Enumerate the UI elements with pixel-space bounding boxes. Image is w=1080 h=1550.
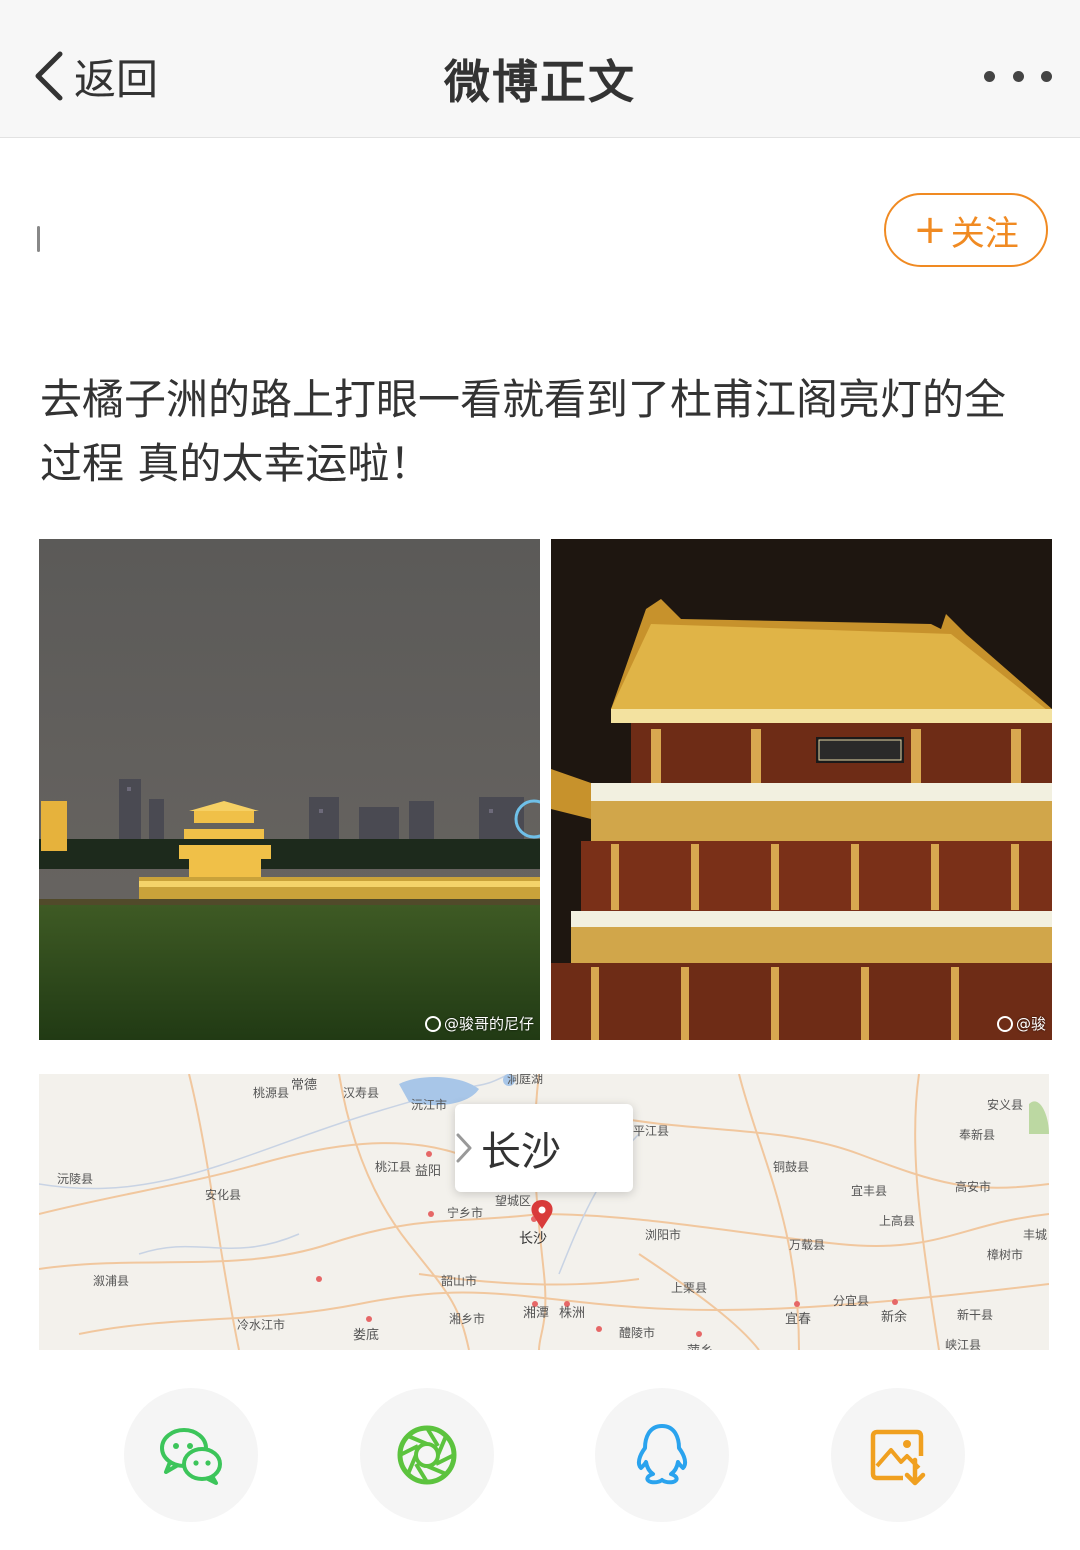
map-label: 新干县 xyxy=(957,1308,994,1322)
watermark-text: @骏哥的尼仔 xyxy=(443,1015,534,1033)
location-map[interactable]: 常德 汉寿县 桃源县 洞庭湖 沅江市 安义县 奉新县 平江县 沅陵县 安化县 桃… xyxy=(39,1074,1049,1350)
map-label: 安化县 xyxy=(205,1188,242,1202)
map-label: 桃江县 xyxy=(375,1160,412,1174)
map-label: 桃源县 xyxy=(253,1086,290,1100)
map-label: 高安市 xyxy=(955,1180,992,1194)
night-skyline-image xyxy=(39,539,540,1040)
map-label: 冷水江市 xyxy=(237,1318,286,1332)
map-label: 常德 xyxy=(291,1078,318,1093)
map-label: 浏阳市 xyxy=(645,1228,682,1242)
share-bar xyxy=(0,1388,1080,1522)
moments-icon xyxy=(397,1425,457,1485)
map-label: 沅陵县 xyxy=(57,1172,94,1186)
follow-button[interactable]: + 关注 xyxy=(884,193,1048,267)
map-label: 望城区 xyxy=(495,1194,532,1208)
map-label: 新余 xyxy=(881,1310,908,1325)
map-label: 溆浦县 xyxy=(93,1274,130,1288)
map-label: 娄底 xyxy=(353,1328,380,1343)
dot-icon xyxy=(1041,70,1052,82)
save-image-icon xyxy=(870,1429,926,1486)
map-label: 萍乡 xyxy=(687,1340,713,1350)
map-label: 峡江县 xyxy=(945,1338,982,1350)
dot-icon xyxy=(984,70,995,82)
qq-icon xyxy=(636,1424,688,1485)
more-options-button[interactable] xyxy=(984,58,1052,94)
share-wechat-button[interactable] xyxy=(124,1388,258,1522)
map-label: 沅江市 xyxy=(411,1098,448,1112)
follow-label: 关注 xyxy=(950,213,1019,254)
map-label: 宁乡市 xyxy=(447,1206,484,1220)
location-city: 长沙 xyxy=(481,1129,561,1175)
lit-pavilion-image xyxy=(551,539,1052,1040)
map-label: 万载县 xyxy=(789,1238,826,1252)
map-label: 安义县 xyxy=(987,1098,1024,1112)
map-label: 湘潭 xyxy=(523,1306,550,1321)
map-label: 宜春 xyxy=(785,1312,812,1327)
map-label: 益阳 xyxy=(415,1164,442,1179)
map-label: 上栗县 xyxy=(671,1281,708,1295)
image-watermark: @骏哥的尼仔 xyxy=(424,1013,534,1034)
map-label: 铜鼓县 xyxy=(773,1160,810,1174)
chevron-right-icon xyxy=(456,1133,472,1163)
map-label: 平江县 xyxy=(633,1124,670,1138)
top-navigation-bar: 返回 微博正文 xyxy=(0,0,1080,138)
map-label: 湘乡市 xyxy=(449,1312,486,1326)
author-info[interactable] xyxy=(37,226,40,252)
map-label: 长沙 xyxy=(519,1231,547,1247)
map-label: 韶山市 xyxy=(441,1274,478,1288)
post-image-2[interactable]: @骏 xyxy=(551,539,1052,1040)
map-label: 丰城 xyxy=(1023,1228,1048,1242)
map-label: 奉新县 xyxy=(959,1128,996,1142)
map-label: 株洲 xyxy=(559,1306,586,1321)
map-label: 洞庭湖 xyxy=(507,1074,544,1086)
dot-icon xyxy=(1012,70,1024,82)
share-qq-button[interactable] xyxy=(595,1388,729,1522)
weibo-logo-icon xyxy=(996,1015,1013,1032)
map-label: 上高县 xyxy=(879,1214,916,1228)
map-label: 醴陵市 xyxy=(619,1326,656,1340)
share-moments-button[interactable] xyxy=(360,1388,494,1522)
image-watermark: @骏 xyxy=(996,1013,1046,1034)
map-label: 宜丰县 xyxy=(851,1184,888,1198)
map-label: 分宜县 xyxy=(833,1294,870,1308)
watermark-text: @骏 xyxy=(1015,1015,1046,1033)
location-popup[interactable]: 长沙 xyxy=(455,1104,633,1192)
save-image-button[interactable] xyxy=(831,1388,965,1522)
plus-icon: + xyxy=(913,207,947,253)
page-title: 微博正文 xyxy=(444,55,636,109)
map-label: 汉寿县 xyxy=(343,1086,380,1100)
post-text: 去橘子洲的路上打眼一看就看到了杜甫江阁亮灯的全过程 真的太幸运啦！ xyxy=(40,375,1007,488)
weibo-logo-icon xyxy=(424,1015,441,1032)
post-image-1[interactable]: @骏哥的尼仔 xyxy=(39,539,540,1040)
wechat-icon xyxy=(160,1428,222,1485)
map-label: 樟树市 xyxy=(987,1248,1024,1262)
